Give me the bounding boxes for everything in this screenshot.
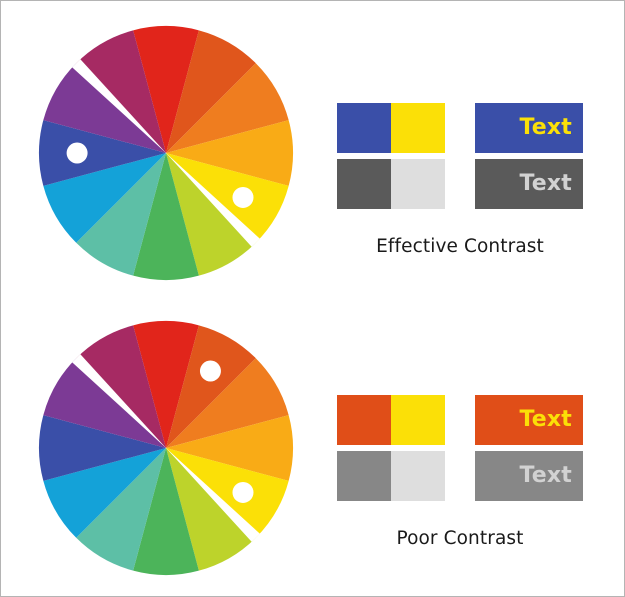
blue-marker [66,142,88,164]
text-sample-label: Text [519,115,572,140]
color-wheel-graphic [39,26,293,280]
poor-contrast-panel: Text Text Poor Contrast [337,395,583,549]
color-row: Text [337,395,583,445]
text-sample-label-gray: Text [519,463,572,488]
swatch-primary-gray [337,159,391,209]
poor-contrast-wheel [38,320,294,576]
effective-contrast-wheel [38,25,294,281]
text-sample-chip: Text [475,103,583,153]
grayscale-row: Text [337,451,583,501]
grayscale-row: Text [337,159,583,209]
effective-contrast-panel: Text Text Effective Contrast [337,103,583,257]
swatch-primary [337,395,391,445]
swatch-secondary [391,103,445,153]
effective-contrast-caption: Effective Contrast [376,236,544,257]
text-sample-label: Text [519,407,572,432]
text-sample-label-gray: Text [519,171,572,196]
swatch-primary [337,103,391,153]
red-orange-marker [199,360,221,382]
poor-contrast-caption: Poor Contrast [396,528,524,549]
color-swatch-pair [337,103,445,153]
text-sample-chip-gray: Text [475,451,583,501]
yellow-marker [232,481,254,503]
text-sample-chip: Text [475,395,583,445]
text-sample-chip-gray: Text [475,159,583,209]
swatch-primary-gray [337,451,391,501]
swatch-secondary-gray [391,159,445,209]
color-wheel-graphic [39,321,293,575]
color-row: Text [337,103,583,153]
infographic-canvas: Text Text Effective Contrast Text Text P… [0,0,625,597]
grayscale-swatch-pair [337,451,445,501]
yellow-marker [232,186,254,208]
swatch-secondary [391,395,445,445]
grayscale-swatch-pair [337,159,445,209]
swatch-secondary-gray [391,451,445,501]
color-swatch-pair [337,395,445,445]
